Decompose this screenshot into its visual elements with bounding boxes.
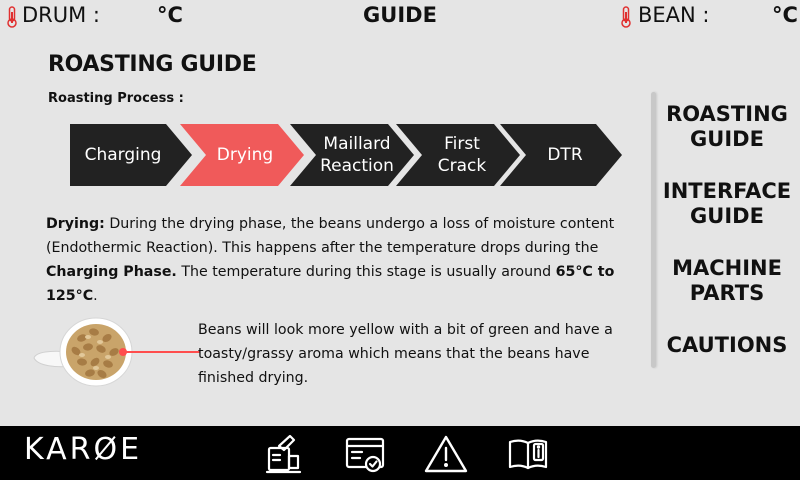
description-text: The temperature during this stage is usu… bbox=[176, 264, 556, 280]
description-phase: Charging Phase. bbox=[46, 264, 177, 280]
settings-panel-icon[interactable] bbox=[344, 434, 388, 474]
step-label-line2: Reaction bbox=[320, 156, 394, 176]
pointer-line bbox=[122, 351, 200, 353]
brand-logo: KARØE bbox=[24, 432, 143, 467]
pointer-dot bbox=[119, 348, 127, 356]
roast-profile-icon[interactable] bbox=[262, 434, 306, 474]
step-drying[interactable]: Drying bbox=[180, 124, 304, 186]
step-label-line1: Maillard bbox=[323, 134, 391, 154]
bean-temp-label: BEAN : bbox=[638, 3, 710, 27]
step-charging[interactable]: Charging bbox=[70, 124, 192, 186]
step-label: Drying bbox=[216, 145, 274, 165]
menu-label-line2: GUIDE bbox=[690, 204, 764, 228]
menu-label-line2: PARTS bbox=[689, 281, 765, 305]
step-dtr[interactable]: DTR bbox=[500, 124, 622, 186]
bean-thermometer-icon bbox=[621, 6, 631, 28]
description-end: . bbox=[93, 288, 98, 304]
menu-roasting-guide[interactable]: ROASTING GUIDE bbox=[654, 102, 800, 152]
status-header: DRUM : °C GUIDE BEAN : °C bbox=[0, 0, 800, 34]
step-label-line1: First bbox=[444, 134, 480, 154]
menu-label-line1: MACHINE bbox=[672, 256, 782, 280]
menu-interface-guide[interactable]: INTERFACE GUIDE bbox=[654, 179, 800, 229]
manual-book-icon[interactable] bbox=[506, 434, 550, 474]
warning-icon[interactable] bbox=[424, 434, 468, 474]
menu-label-line2: GUIDE bbox=[690, 127, 764, 151]
menu-cautions[interactable]: CAUTIONS bbox=[654, 333, 800, 358]
menu-machine-parts[interactable]: MACHINE PARTS bbox=[654, 256, 800, 306]
step-label-line2: Crack bbox=[437, 156, 487, 176]
menu-label-line1: INTERFACE bbox=[662, 179, 792, 203]
roasting-process-steps: Charging Drying Maillard Reaction First Cr… bbox=[70, 124, 622, 186]
section-title: ROASTING GUIDE bbox=[48, 52, 257, 77]
bean-appearance-note: Beans will look more yellow with a bit o… bbox=[198, 322, 613, 386]
menu-label-line1: ROASTING bbox=[666, 102, 788, 126]
description-text: During the drying phase, the beans under… bbox=[46, 216, 615, 256]
step-description: Drying: During the drying phase, the bea… bbox=[46, 212, 636, 308]
bean-temp-unit: °C bbox=[772, 3, 798, 27]
step-label: Charging bbox=[84, 145, 162, 165]
menu-label-line1: CAUTIONS bbox=[666, 333, 788, 357]
description-term: Drying: bbox=[46, 216, 105, 232]
section-subtitle: Roasting Process : bbox=[48, 91, 184, 106]
step-label: DTR bbox=[547, 145, 583, 165]
